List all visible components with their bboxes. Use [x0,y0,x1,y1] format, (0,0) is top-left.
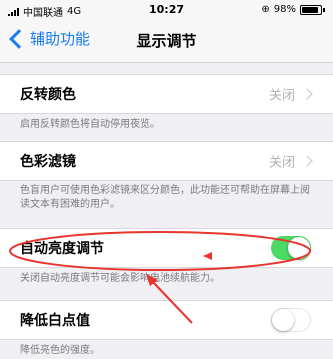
color-filters-footer: 色盲用户可使用色彩滤镜来区分颜色，此功能还可帮助在屏幕上阅读文本有困难的用户。 [20,185,310,210]
chevron-right-icon [301,155,313,167]
color-filters-row[interactable]: 色彩滤镜 关闭 [0,141,333,181]
color-filters-value: 关闭 [268,155,295,171]
chevron-right-icon [301,88,313,100]
battery-nub [323,7,325,12]
reduce-white-point-row: 降低白点值 [0,300,333,340]
reduce-white-point-label: 降低白点值 [20,313,90,329]
auto-brightness-row: 自动亮度调节 [0,228,333,268]
color-filters-label: 色彩滤镜 [20,154,76,170]
auto-brightness-switch[interactable] [271,236,311,260]
invert-colors-label: 反转颜色 [20,87,76,103]
reduce-white-point-switch[interactable] [271,308,311,332]
orientation-lock-icon: ⊕ [261,4,270,15]
invert-colors-footer: 启用反转颜色将自动停用夜览。 [20,119,160,130]
page-title: 显示调节 [136,32,197,50]
switch-knob [272,309,294,331]
auto-brightness-label: 自动亮度调节 [20,241,104,257]
battery-percent: 98% [273,4,296,15]
battery-icon [300,4,322,15]
invert-colors-row[interactable]: 反转颜色 关闭 [0,74,333,114]
switch-knob [288,237,310,259]
auto-brightness-footer: 关闭自动亮度调节可能会影响电池续航能力。 [20,273,220,284]
navigation-bar: 辅助功能 显示调节 [0,20,333,63]
invert-colors-value: 关闭 [268,88,295,104]
status-right: ⊕ 98% [261,4,325,15]
status-bar: 中国联通 4G 10:27 ⊕ 98% [0,0,333,20]
reduce-white-point-footer: 降低亮色的强度。 [20,345,100,356]
